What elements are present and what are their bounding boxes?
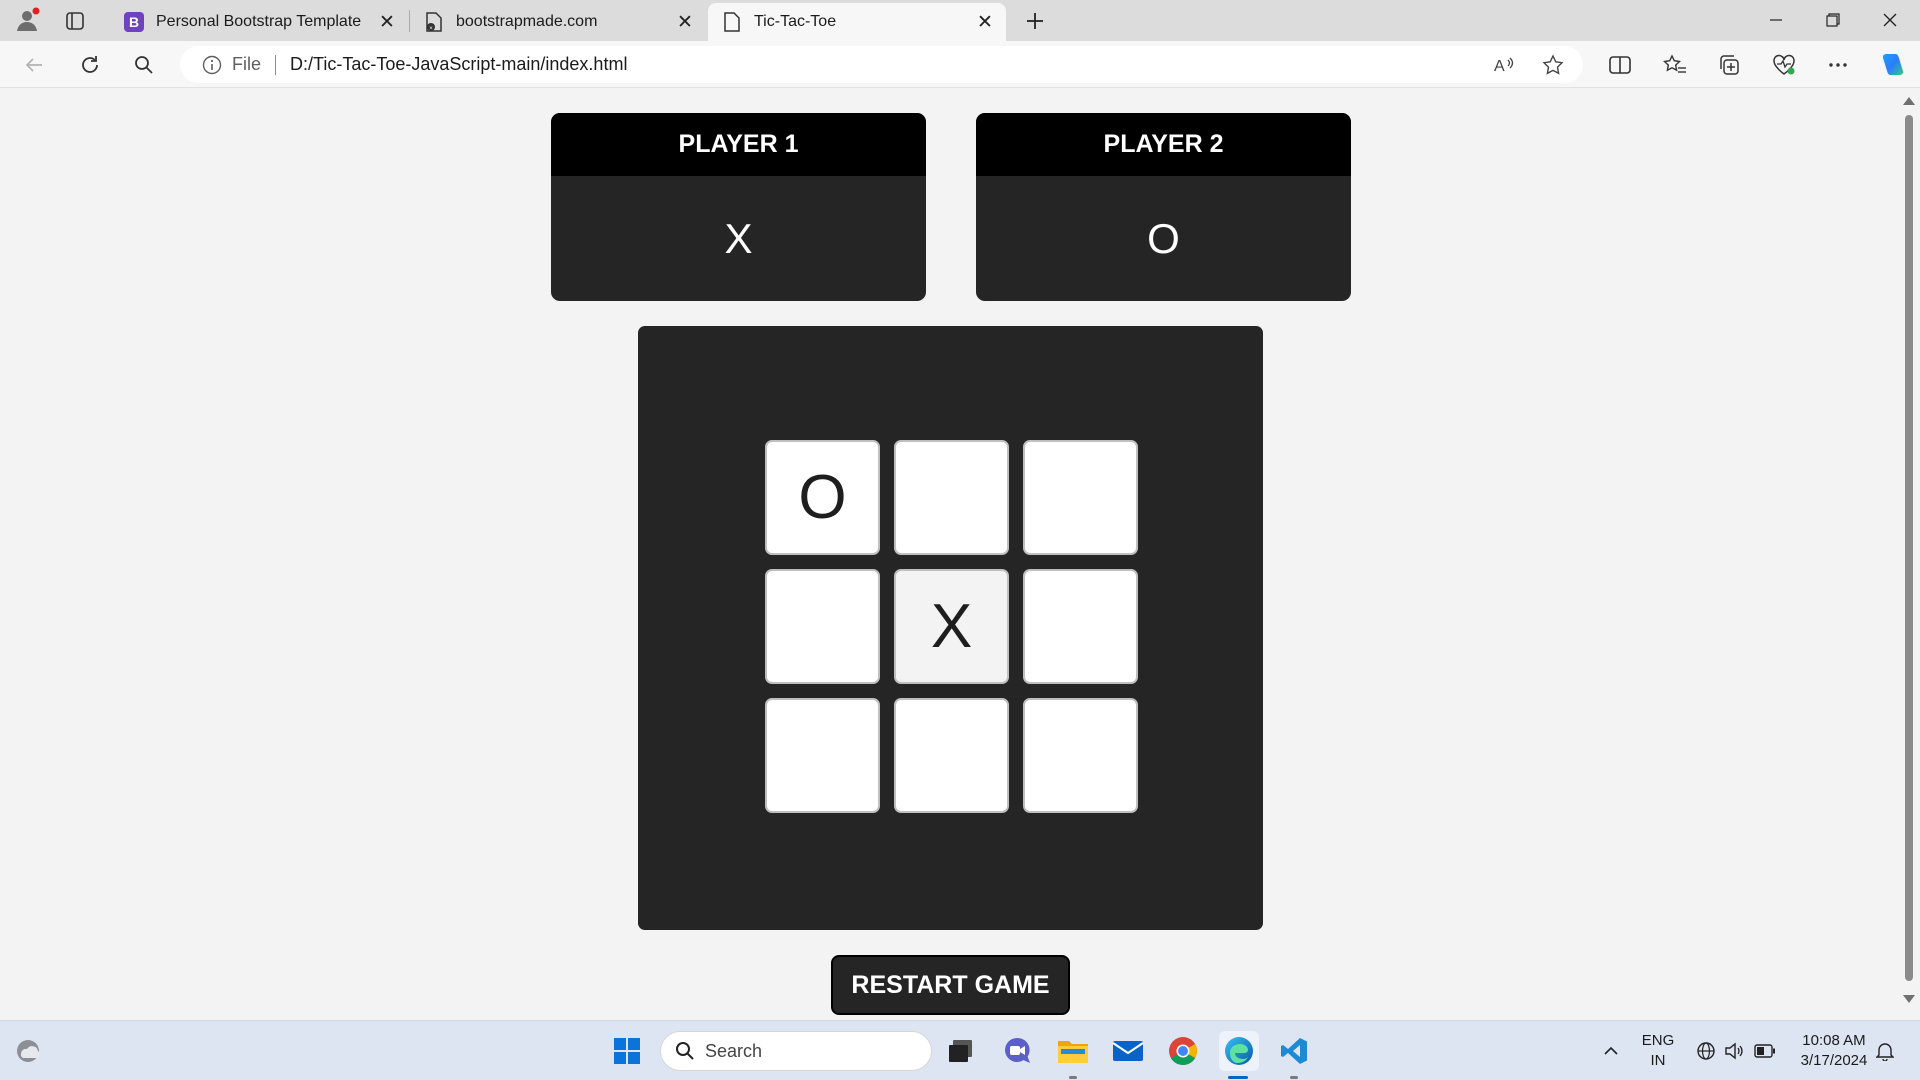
player-1-card: PLAYER 1 X (551, 113, 926, 301)
page-viewport: PLAYER 1 X PLAYER 2 O O X RESTART GAME (4, 89, 1900, 1016)
taskbar: Search ENG IN 10:08 AM 3/17/2024 (0, 1020, 1920, 1080)
board-cell-8[interactable] (894, 698, 1009, 813)
tab-tic-tac-toe[interactable]: Tic-Tac-Toe ✕ (708, 3, 1006, 41)
language-code: ENG (1641, 1032, 1675, 1049)
profile-avatar-icon[interactable] (12, 5, 42, 35)
notification-bell-icon[interactable] (1865, 1031, 1905, 1071)
battery-icon[interactable] (1745, 1031, 1785, 1071)
address-toolbar: File D:/Tic-Tac-Toe-JavaScript-main/inde… (0, 41, 1920, 88)
address-divider (275, 54, 277, 75)
restart-game-button[interactable]: RESTART GAME (831, 955, 1070, 1015)
close-tab-icon[interactable]: ✕ (974, 11, 996, 33)
board-cell-1[interactable]: O (765, 440, 880, 555)
address-bar[interactable]: File D:/Tic-Tac-Toe-JavaScript-main/inde… (180, 46, 1583, 83)
board-cell-3[interactable] (1023, 440, 1138, 555)
player-1-symbol: X (724, 214, 753, 262)
vertical-scrollbar[interactable] (1898, 89, 1920, 1016)
taskbar-search[interactable]: Search (660, 1031, 932, 1071)
player-2-label: PLAYER 2 (976, 113, 1351, 176)
svg-text:A: A (1494, 58, 1505, 75)
page-icon (722, 12, 742, 32)
minimize-icon[interactable] (1748, 0, 1804, 40)
game-board: O X (765, 440, 1138, 813)
browser-essentials-icon[interactable] (1766, 47, 1802, 83)
board-cell-5[interactable]: X (894, 569, 1009, 684)
scroll-thumb[interactable] (1905, 115, 1913, 981)
tab-strip: B Personal Bootstrap Template ✕ × bootst… (0, 0, 1920, 41)
task-view-icon[interactable] (941, 1031, 981, 1071)
site-info-icon[interactable] (202, 55, 222, 75)
svg-text:B: B (129, 14, 139, 30)
search-icon[interactable] (126, 47, 162, 83)
chrome-icon[interactable] (1163, 1031, 1203, 1071)
tab-actions-icon[interactable] (62, 8, 88, 34)
scroll-down-icon[interactable] (1903, 995, 1915, 1003)
vscode-running-indicator (1290, 1076, 1298, 1079)
collections-icon[interactable] (1711, 47, 1747, 83)
url-text[interactable]: D:/Tic-Tac-Toe-JavaScript-main/index.htm… (290, 54, 627, 75)
split-screen-icon[interactable] (1602, 47, 1638, 83)
scheme-label: File (232, 54, 262, 74)
input-language[interactable]: ENG IN (1638, 1031, 1678, 1071)
mail-icon[interactable] (1108, 1031, 1148, 1071)
region-code: IN (1650, 1052, 1666, 1069)
restore-icon[interactable] (1805, 0, 1861, 40)
tab-personal-bootstrap[interactable]: B Personal Bootstrap Template ✕ (110, 3, 408, 41)
new-tab-icon[interactable] (1020, 6, 1050, 36)
vscode-icon[interactable] (1274, 1031, 1314, 1071)
copilot-icon[interactable] (1874, 47, 1910, 83)
board-cell-2[interactable] (894, 440, 1009, 555)
favorite-star-icon[interactable] (1538, 50, 1568, 80)
board-cell-9[interactable] (1023, 698, 1138, 813)
weather-icon[interactable] (8, 1031, 48, 1071)
tab-title: bootstrapmade.com (456, 13, 598, 30)
edge-active-indicator (1228, 1076, 1248, 1079)
back-icon[interactable] (16, 47, 52, 83)
game-board-panel: O X (638, 326, 1263, 930)
board-cell-7[interactable] (765, 698, 880, 813)
more-options-icon[interactable] (1820, 47, 1856, 83)
explorer-running-indicator (1069, 1076, 1077, 1079)
player-1-label: PLAYER 1 (551, 113, 926, 176)
close-tab-icon[interactable]: ✕ (376, 11, 398, 33)
read-aloud-icon[interactable]: A (1489, 50, 1519, 80)
windows-start-icon[interactable] (607, 1031, 647, 1071)
refresh-icon[interactable] (72, 47, 108, 83)
search-label: Search (705, 1040, 763, 1061)
board-cell-6[interactable] (1023, 569, 1138, 684)
tab-title: Tic-Tac-Toe (754, 13, 837, 30)
player-2-symbol: O (1147, 214, 1180, 262)
search-icon (675, 1041, 695, 1061)
teams-chat-icon[interactable] (997, 1031, 1037, 1071)
tab-title: Personal Bootstrap Template (156, 13, 362, 30)
scroll-up-icon[interactable] (1903, 97, 1915, 105)
close-window-icon[interactable] (1862, 0, 1918, 40)
board-cell-4[interactable] (765, 569, 880, 684)
tab-bootstrapmade[interactable]: × bootstrapmade.com ✕ (410, 3, 706, 41)
show-hidden-icons-chevron[interactable] (1591, 1031, 1631, 1071)
edge-icon[interactable] (1219, 1031, 1259, 1071)
file-explorer-icon[interactable] (1053, 1031, 1093, 1071)
bootstrap-icon: B (124, 12, 144, 32)
favorites-icon[interactable] (1657, 47, 1693, 83)
svg-text:×: × (429, 26, 433, 32)
player-2-card: PLAYER 2 O (976, 113, 1351, 301)
close-tab-icon[interactable]: ✕ (674, 11, 696, 33)
page-error-icon: × (424, 12, 444, 32)
